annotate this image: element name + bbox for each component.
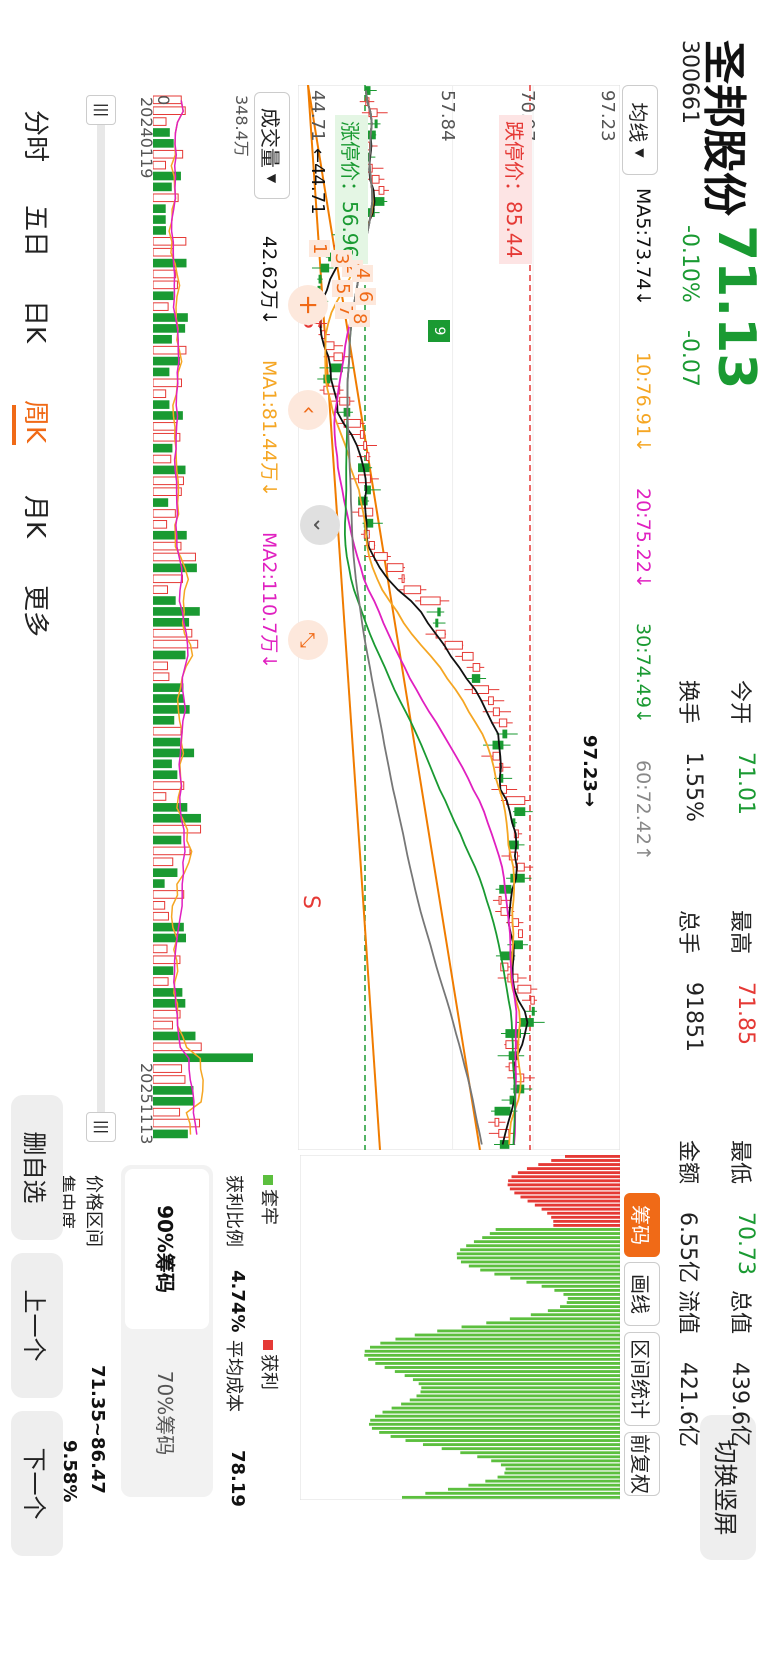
axis-label-3: 57.84 [437,90,458,142]
stat-value: 71.85 [733,982,758,1045]
nav-tab[interactable]: 五日 [19,205,56,257]
change-pct: -0.10% [677,225,702,303]
chip-distribution-chart [300,1155,620,1500]
time-scrollbar[interactable] [97,100,105,1140]
chevron-left-icon[interactable]: ‹ [288,390,328,430]
profit-ratio-value: 4.74% [227,1270,248,1333]
ma20-value: 20:75.22↓ [632,488,654,589]
chip-tab-bar: 90%筹码 70%筹码 [121,1165,213,1497]
legend-trapped: 套牢 [257,1175,283,1225]
ma-selector-label: 均线 [626,102,651,143]
stock-name: 圣邦股份 [698,40,749,216]
stat-value: 91851 [681,982,706,1052]
limit-up-label: 涨停价：56.96 [335,115,368,265]
ma30-value: 30:74.49↓ [632,623,654,724]
wave-label: 6 [355,288,376,306]
volume-selector-label: 成交量 [258,107,283,168]
wave-label-9: 9 [428,320,450,342]
stat-value: 439.6亿 [727,1362,752,1447]
chip-tab-90[interactable]: 90%筹码 [125,1169,209,1329]
stat-label: 最高 [727,910,752,955]
stat-value: 6.55亿 [675,1212,700,1283]
stat-label: 流值 [675,1290,700,1335]
scroll-handle-right[interactable]: ||| [86,1112,116,1142]
ma10-value: 10:76.91↓ [632,352,654,453]
stat-label: 总值 [727,1290,752,1335]
stat-value: 1.55% [681,752,706,822]
nav-tab[interactable]: 周K [19,400,56,443]
next-button[interactable]: 下一个 [11,1411,63,1556]
volume-ma2: MA2:110.7万↓ [258,532,280,670]
range-value: 71.35~86.47 [87,1365,108,1494]
previous-button[interactable]: 上一个 [11,1253,63,1398]
nav-tab[interactable]: 更多 [19,585,56,637]
avg-cost-value: 78.19 [227,1450,248,1507]
stock-code: 300661 [677,40,702,124]
date-end: 20251113 [137,1063,156,1145]
remove-favorite-button[interactable]: 删自选 [11,1095,63,1240]
limit-down-label: 跌停价：85.44 [499,115,532,265]
volume-value: 42.62万↓ [258,236,280,326]
axis-top-label: 97.23 [597,90,618,142]
scroll-handle-left[interactable]: ||| [86,95,116,125]
right-tab[interactable]: 筹码 [624,1193,660,1257]
nav-tab[interactable]: 分时 [19,110,56,162]
active-tab-indicator [12,405,16,445]
date-start: 20240119 [137,97,156,179]
wave-label: 5 [332,280,353,298]
stat-label: 总手 [675,910,700,955]
ma60-value: 60:72.42↑ [632,760,654,861]
axis-bottom-label: 44.71 [307,90,328,142]
nav-tab[interactable]: 月K [19,495,56,538]
stat-value: 421.6亿 [675,1362,700,1447]
ma5-value: MA5:73.74↓ [632,188,654,307]
volume-axis-top: 348.4万 [232,95,251,157]
chevron-down-icon: ▼ [265,173,279,184]
stat-label: 金额 [675,1140,700,1185]
current-price: 71.13 [706,225,766,390]
wave-label: 1 [309,240,330,258]
stat-value: 71.01 [733,752,758,815]
change-amount: -0.07 [677,330,702,387]
right-tab[interactable]: 区间统计 [624,1332,660,1426]
volume-chart [153,95,253,1139]
stat-value: 70.73 [733,1212,758,1275]
profit-ratio-label: 获利比例 [223,1175,244,1247]
wave-label: 4 [352,265,373,283]
crosshair-icon[interactable]: + [288,285,328,325]
signal-s-2: S [298,895,323,909]
range-label: 价格区间 [83,1175,104,1247]
landscape-stage: 圣邦股份 300661 71.13 -0.10% -0.07 切换竖屏 均线 ▼… [0,0,768,1663]
shrink-icon[interactable]: ⤡ [288,620,328,660]
nav-tab[interactable]: 日K [19,300,56,343]
volume-axis-bottom: 0 [154,95,173,106]
stat-label: 换手 [675,680,700,725]
wave-label: 3 [331,250,352,268]
volume-ma1: MA1:81.44万↓ [258,360,280,498]
wave-label: 8 [349,310,370,328]
collapse-icon[interactable]: ⌄ [300,505,340,545]
volume-selector[interactable]: 成交量 ▼ [254,92,290,199]
chevron-down-icon: ▼ [633,148,647,158]
right-tab[interactable]: 画线 [624,1262,660,1326]
stat-label: 最低 [727,1140,752,1185]
stat-label: 今开 [727,680,752,725]
high-marker: 97.23→ [579,735,600,808]
low-marker: ←44.71 [307,148,328,215]
avg-cost-label: 平均成本 [223,1340,244,1412]
legend-profit: 获利 [257,1340,283,1390]
ma-selector[interactable]: 均线 ▼ [622,85,658,175]
right-tab[interactable]: 前复权 [624,1432,660,1496]
chip-tab-70[interactable]: 70%筹码 [125,1333,209,1493]
